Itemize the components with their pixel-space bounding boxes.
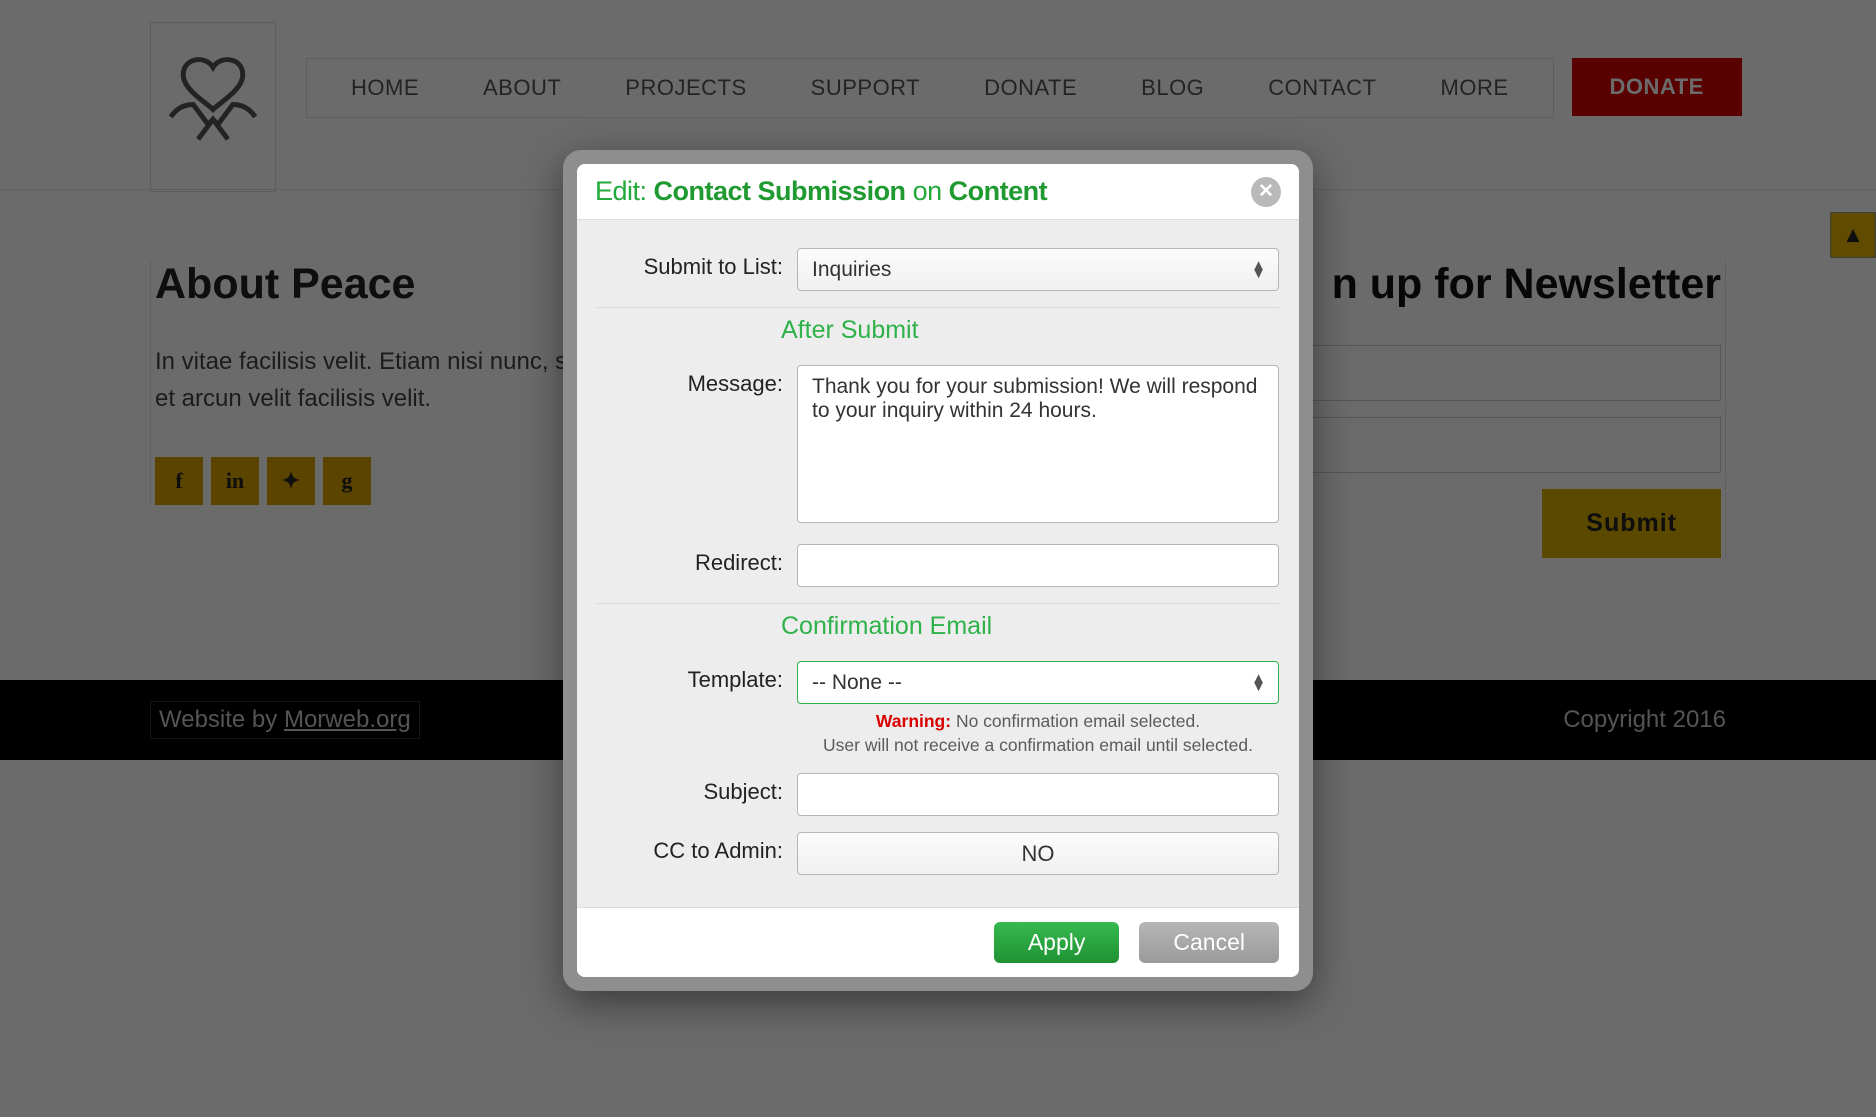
- message-textarea[interactable]: [797, 365, 1279, 523]
- template-label: Template:: [597, 661, 797, 693]
- submit-to-list-select[interactable]: Inquiries ▲▼: [797, 248, 1279, 291]
- message-label: Message:: [597, 365, 797, 397]
- modal-header: Edit: Contact Submission on Content ✕: [577, 164, 1299, 220]
- edit-modal: Edit: Contact Submission on Content ✕ Su…: [563, 150, 1313, 991]
- submit-to-list-label: Submit to List:: [597, 248, 797, 280]
- modal-footer: Apply Cancel: [577, 907, 1299, 977]
- redirect-input[interactable]: [797, 544, 1279, 587]
- template-value: -- None --: [812, 671, 902, 695]
- confirmation-email-heading: Confirmation Email: [781, 612, 1279, 641]
- cc-admin-value: NO: [1022, 841, 1055, 867]
- modal-title: Edit: Contact Submission on Content: [595, 176, 1047, 207]
- apply-button[interactable]: Apply: [994, 922, 1120, 963]
- after-submit-heading: After Submit: [781, 316, 1279, 345]
- redirect-label: Redirect:: [597, 544, 797, 576]
- template-select[interactable]: -- None -- ▲▼: [797, 661, 1279, 704]
- submit-to-list-value: Inquiries: [812, 258, 891, 282]
- select-arrows-icon: ▲▼: [1251, 262, 1264, 278]
- cc-admin-label: CC to Admin:: [597, 832, 797, 864]
- select-arrows-icon: ▲▼: [1251, 675, 1264, 691]
- template-warning: Warning: No confirmation email selected.…: [797, 710, 1279, 757]
- close-icon[interactable]: ✕: [1251, 177, 1281, 207]
- subject-input[interactable]: [797, 773, 1279, 816]
- cancel-button[interactable]: Cancel: [1139, 922, 1279, 963]
- subject-label: Subject:: [597, 773, 797, 805]
- cc-admin-toggle[interactable]: NO: [797, 832, 1279, 875]
- modal-body: Submit to List: Inquiries ▲▼ After Submi…: [577, 220, 1299, 907]
